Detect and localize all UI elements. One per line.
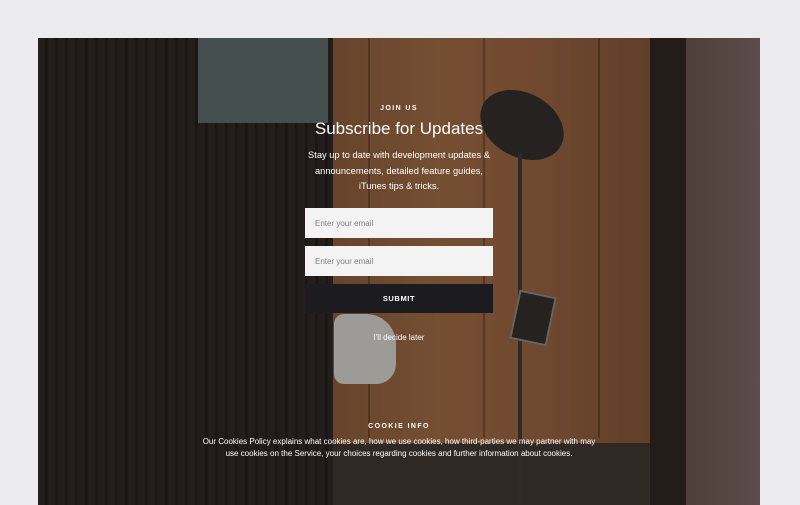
- subscribe-modal-card: JOIN US Subscribe for Updates Stay up to…: [38, 38, 760, 505]
- modal-content: JOIN US Subscribe for Updates Stay up to…: [38, 38, 760, 505]
- modal-description: Stay up to date with development updates…: [308, 150, 490, 191]
- cookie-info-title: COOKIE INFO: [368, 423, 430, 430]
- decide-later-link[interactable]: I'll decide later: [38, 333, 760, 342]
- email-field-2[interactable]: [305, 246, 493, 276]
- email-field-1[interactable]: [305, 208, 493, 238]
- section-eyebrow: JOIN US: [380, 105, 418, 112]
- submit-button[interactable]: SUBMIT: [305, 284, 493, 313]
- cookie-info-text: Our Cookies Policy explains what cookies…: [202, 437, 596, 458]
- modal-title: Subscribe for Updates: [314, 119, 484, 138]
